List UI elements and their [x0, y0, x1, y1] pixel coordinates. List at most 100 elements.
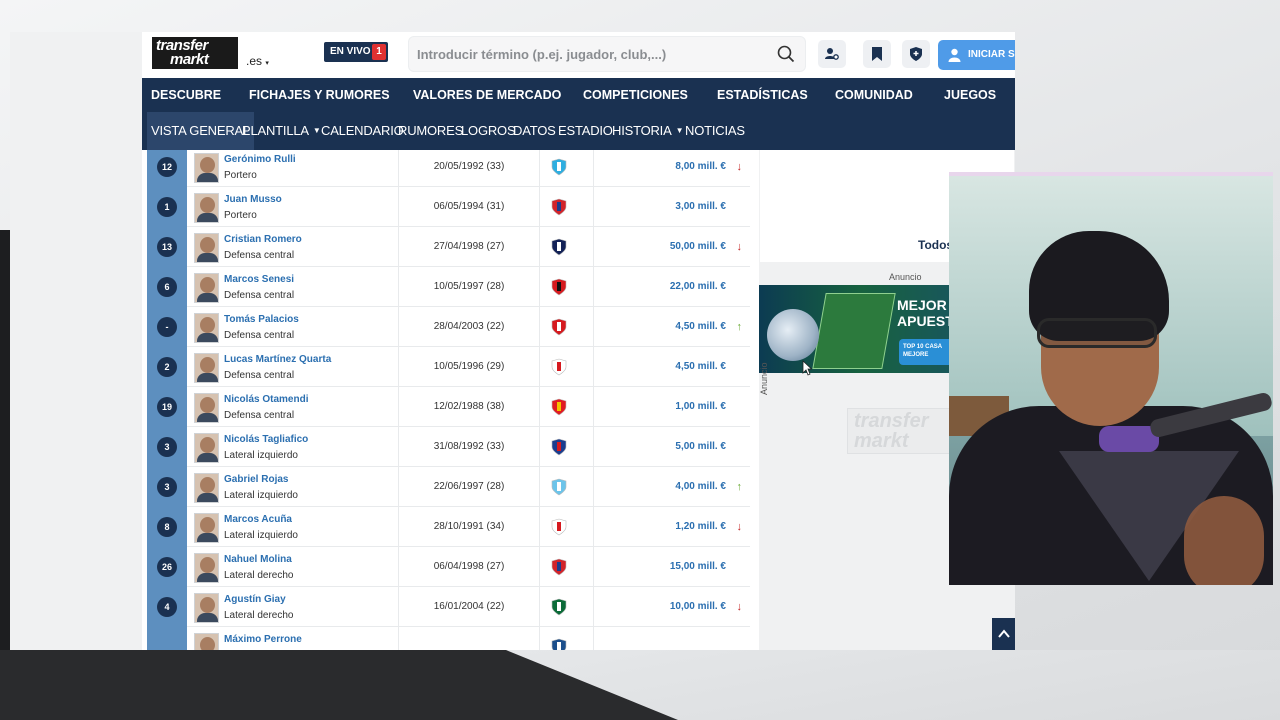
tottenham-crest-icon[interactable]: [550, 238, 568, 256]
player-photo[interactable]: [194, 433, 219, 463]
nav-juegos[interactable]: JUEGOS: [944, 78, 996, 112]
market-value-link[interactable]: 4,50 mill. €: [675, 361, 726, 372]
market-value-link[interactable]: 4,50 mill. €: [675, 321, 726, 332]
player-name-link[interactable]: Nahuel Molina: [224, 554, 292, 565]
birth-date-cell: 28/10/1991 (34): [398, 507, 540, 547]
como-crest-icon[interactable]: [550, 638, 568, 650]
player-photo[interactable]: [194, 553, 219, 583]
estudiantes-crest-icon[interactable]: [550, 318, 568, 336]
player-name-link[interactable]: Máximo Perrone: [224, 634, 302, 645]
site-logo[interactable]: transfer markt: [152, 37, 238, 69]
mouse-cursor-icon: [802, 360, 812, 376]
shield-button[interactable]: [902, 40, 930, 68]
market-value-link[interactable]: 10,00 mill. €: [670, 601, 726, 612]
tab-historia[interactable]: HISTORIA ▼: [612, 112, 683, 150]
nav-descubre[interactable]: DESCUBRE: [151, 78, 221, 112]
market-value-link[interactable]: 50,00 mill. €: [670, 241, 726, 252]
market-value-link[interactable]: 22,00 mill. €: [670, 281, 726, 292]
player-row[interactable]: 13 Cristian Romero Defensa central 27/04/19…: [147, 227, 750, 267]
player-row[interactable]: 6 Marcos Senesi Defensa central 10/05/1997 …: [147, 267, 750, 307]
player-photo[interactable]: [194, 193, 219, 223]
tab-vista-general[interactable]: VISTA GENERAL: [147, 112, 255, 150]
player-photo[interactable]: [194, 633, 219, 650]
tab-plantilla[interactable]: PLANTILLA ▼: [242, 112, 321, 150]
nav-comunidad[interactable]: COMUNIDAD: [835, 78, 913, 112]
player-photo[interactable]: [194, 153, 219, 183]
user-icon: [948, 48, 961, 62]
domain-selector[interactable]: .es ▾: [246, 54, 269, 68]
player-photo[interactable]: [194, 273, 219, 303]
tab-datos[interactable]: DATOS: [513, 112, 556, 150]
player-row[interactable]: - Tomás Palacios Defensa central 28/04/2003…: [147, 307, 750, 347]
live-button[interactable]: EN VIVO 1: [324, 42, 388, 62]
shirt-number: 1: [157, 197, 177, 217]
nav-estadisticas[interactable]: ESTADÍSTICAS: [717, 78, 808, 112]
player-name-link[interactable]: Gerónimo Rulli: [224, 154, 296, 165]
player-name-link[interactable]: Juan Musso: [224, 194, 282, 205]
search-input[interactable]: [417, 37, 767, 71]
player-photo[interactable]: [194, 353, 219, 383]
player-row[interactable]: 3 Gabriel Rojas Lateral izquierdo 22/06/199…: [147, 467, 750, 507]
user-search-button[interactable]: [818, 40, 846, 68]
player-row[interactable]: 4 Agustín Giay Lateral derecho 16/01/2004 (…: [147, 587, 750, 627]
player-row[interactable]: 26 Nahuel Molina Lateral derecho 06/04/1998…: [147, 547, 750, 587]
market-value-link[interactable]: 3,00 mill. €: [675, 201, 726, 212]
scroll-to-top-button[interactable]: [992, 618, 1015, 650]
player-name-link[interactable]: Lucas Martínez Quarta: [224, 354, 331, 365]
player-row[interactable]: Máximo Perrone: [147, 627, 750, 650]
bournemouth-crest-icon[interactable]: [550, 278, 568, 296]
search-icon[interactable]: [777, 45, 795, 63]
player-name-link[interactable]: Nicolás Tagliafico: [224, 434, 308, 445]
player-photo[interactable]: [194, 513, 219, 543]
market-value-link[interactable]: 1,20 mill. €: [675, 521, 726, 532]
palmeiras-crest-icon[interactable]: [550, 598, 568, 616]
login-label: INICIAR SE: [968, 49, 1015, 60]
market-value-link[interactable]: 4,00 mill. €: [675, 481, 726, 492]
player-name-link[interactable]: Nicolás Otamendi: [224, 394, 308, 405]
tab-calendario[interactable]: CALENDARIO: [321, 112, 404, 150]
player-photo[interactable]: [194, 473, 219, 503]
player-row[interactable]: 1 Juan Musso Portero 06/05/1994 (31) 3,00 mi…: [147, 187, 750, 227]
tab-noticias[interactable]: NOTICIAS: [685, 112, 745, 150]
bookmark-button[interactable]: [863, 40, 891, 68]
football-field-graphic: [812, 293, 896, 369]
nav-valores[interactable]: VALORES DE MERCADO: [413, 78, 561, 112]
atletico-crest-icon[interactable]: [550, 558, 568, 576]
player-row[interactable]: 8 Marcos Acuña Lateral izquierdo 28/10/1991…: [147, 507, 750, 547]
nav-competiciones[interactable]: COMPETICIONES: [583, 78, 688, 112]
player-photo[interactable]: [194, 393, 219, 423]
player-photo[interactable]: [194, 593, 219, 623]
benfica-crest-icon[interactable]: [550, 398, 568, 416]
lyon-crest-icon[interactable]: [550, 438, 568, 456]
river-plate-crest-icon[interactable]: [550, 518, 568, 536]
player-name-link[interactable]: Tomás Palacios: [224, 314, 299, 325]
ad-title: MEJOR APUEST: [897, 297, 954, 329]
market-value-link[interactable]: 5,00 mill. €: [675, 441, 726, 452]
racing-crest-icon[interactable]: [550, 478, 568, 496]
birth-date-cell: 31/08/1992 (33): [398, 427, 540, 467]
player-photo[interactable]: [194, 313, 219, 343]
tab-estadio[interactable]: ESTADIO: [558, 112, 613, 150]
player-row[interactable]: 12 Gerónimo Rulli Portero 20/05/1992 (33) 8,…: [147, 150, 750, 187]
market-value-link[interactable]: 8,00 mill. €: [675, 161, 726, 172]
player-name-link[interactable]: Agustín Giay: [224, 594, 286, 605]
marseille-crest-icon[interactable]: [550, 158, 568, 176]
player-name-link[interactable]: Marcos Acuña: [224, 514, 292, 525]
player-photo[interactable]: [194, 233, 219, 263]
player-name-link[interactable]: Cristian Romero: [224, 234, 302, 245]
player-name-link[interactable]: Marcos Senesi: [224, 274, 294, 285]
tab-logros[interactable]: LOGROS: [461, 112, 516, 150]
tab-rumores[interactable]: RUMORES: [398, 112, 463, 150]
player-row[interactable]: 2 Lucas Martínez Quarta Defensa central 10/…: [147, 347, 750, 387]
player-row[interactable]: 19 Nicolás Otamendi Defensa central 12/02/1…: [147, 387, 750, 427]
player-row[interactable]: 3 Nicolás Tagliafico Lateral izquierdo 31/0…: [147, 427, 750, 467]
todos-link[interactable]: Todos: [918, 238, 953, 252]
atletico-crest-icon[interactable]: [550, 198, 568, 216]
nav-fichajes[interactable]: FICHAJES Y RUMORES: [249, 78, 390, 112]
market-value-link[interactable]: 15,00 mill. €: [670, 561, 726, 572]
river-plate-crest-icon[interactable]: [550, 358, 568, 376]
market-value-link[interactable]: 1,00 mill. €: [675, 401, 726, 412]
player-name-link[interactable]: Gabriel Rojas: [224, 474, 288, 485]
birth-date-cell: 12/02/1988 (38): [398, 387, 540, 427]
login-button[interactable]: INICIAR SE: [938, 40, 1015, 70]
